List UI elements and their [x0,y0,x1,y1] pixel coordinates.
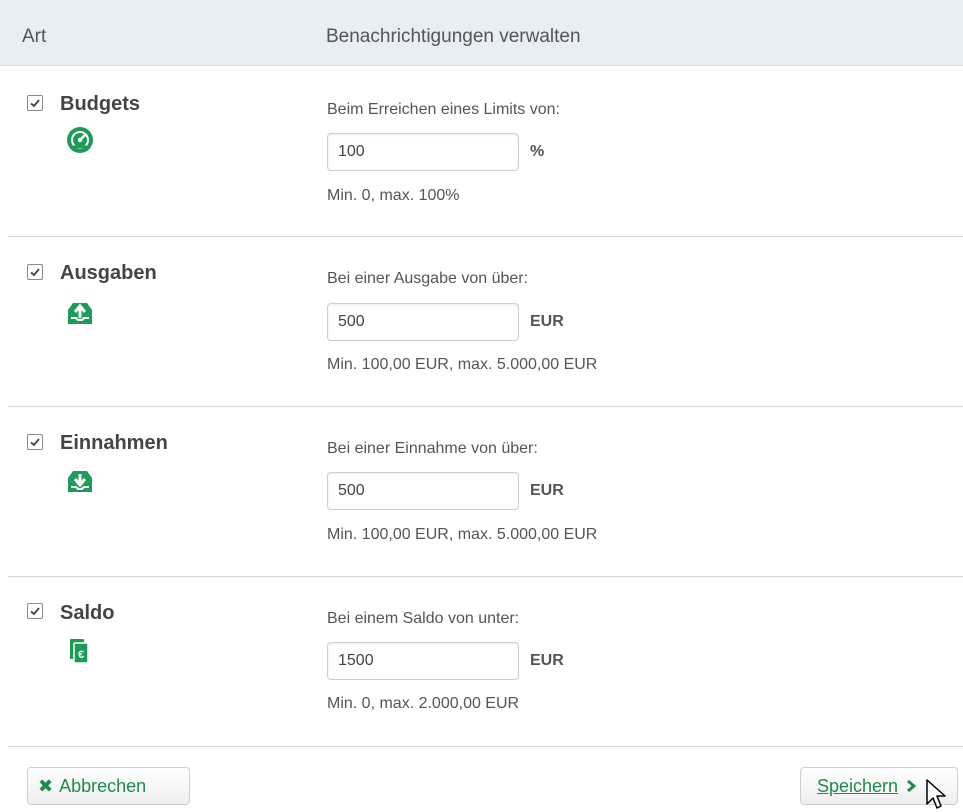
ausgaben-checkbox[interactable] [27,264,43,280]
budgets-rule-label: Beim Erreichen eines Limits von: [327,101,560,118]
saldo-amount-input[interactable] [327,642,519,680]
row-divider [8,236,963,237]
euro-cards-icon: € [65,636,95,666]
saldo-rule-label: Bei einem Saldo von unter: [327,610,520,627]
tray-out-icon [65,298,95,328]
ausgaben-hint: Min. 100,00 EUR, max. 5.000,00 EUR [327,356,598,373]
saldo-hint: Min. 0, max. 2.000,00 EUR [327,695,520,712]
tray-in-icon [65,466,95,496]
gauge-icon [65,125,95,155]
column-header-art: Art [22,26,47,47]
svg-text:€: € [78,649,84,661]
einnahmen-hint: Min. 100,00 EUR, max. 5.000,00 EUR [327,526,598,543]
cancel-button-label: Abbrechen [59,775,147,796]
budgets-checkbox[interactable] [27,95,43,111]
row-divider [8,406,963,407]
row-divider [8,746,963,747]
budgets-unit: % [530,143,545,160]
cancel-button[interactable]: ✖ Abbrechen [27,767,190,805]
table-header: Art Benachrichtigungen verwalten [0,0,963,66]
close-icon: ✖ [38,775,54,796]
saldo-checkbox[interactable] [27,603,43,619]
ausgaben-unit: EUR [530,313,564,330]
save-button-label: Speichern [817,775,899,796]
chevron-right-icon [906,779,917,793]
mouse-cursor-icon [925,778,947,810]
einnahmen-rule-label: Bei einer Einnahme von über: [327,440,538,457]
einnahmen-amount-input[interactable] [327,472,519,510]
einnahmen-unit: EUR [530,482,564,499]
column-header-manage: Benachrichtigungen verwalten [326,26,581,47]
saldo-title: Saldo [60,602,115,624]
einnahmen-title: Einnahmen [60,432,168,454]
row-divider [8,576,963,577]
ausgaben-rule-label: Bei einer Ausgabe von über: [327,270,529,287]
einnahmen-checkbox[interactable] [27,434,43,450]
budgets-title: Budgets [60,93,140,115]
budgets-hint: Min. 0, max. 100% [327,187,460,204]
saldo-unit: EUR [530,652,564,669]
ausgaben-title: Ausgaben [60,262,157,284]
ausgaben-amount-input[interactable] [327,303,519,341]
budgets-limit-input[interactable] [327,133,519,171]
